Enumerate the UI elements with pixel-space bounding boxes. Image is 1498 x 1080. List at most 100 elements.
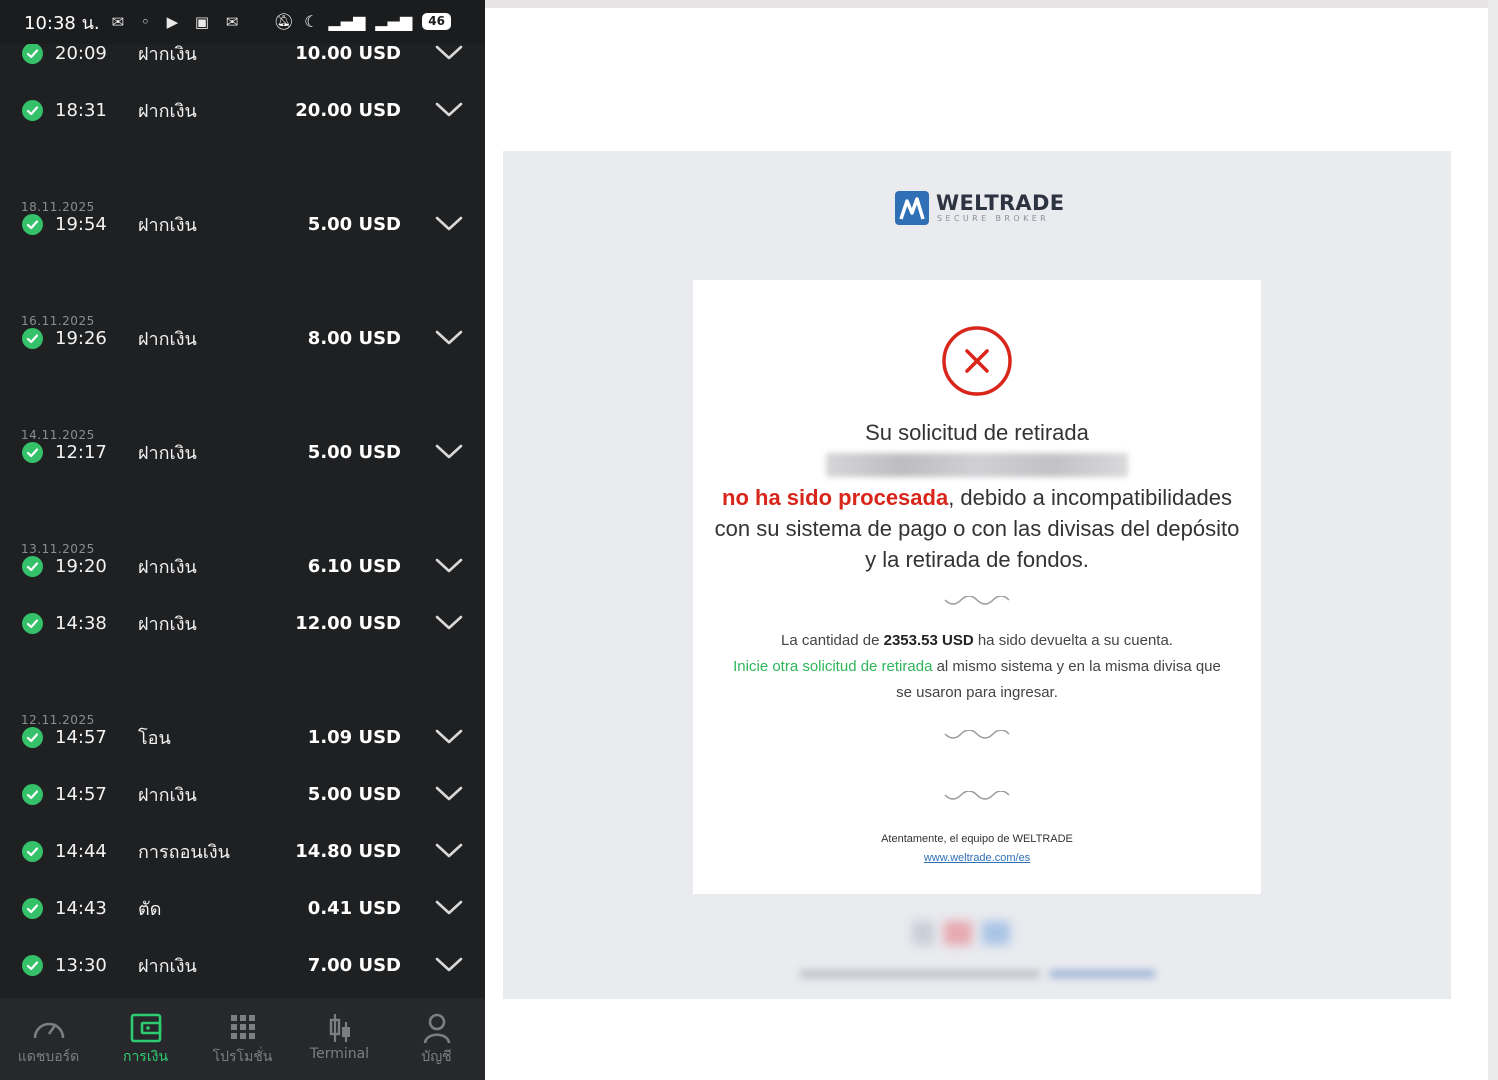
- transaction-row[interactable]: 14:57 โอน 1.09 USD: [0, 717, 485, 757]
- transaction-type: ฝากเงิน: [138, 100, 197, 122]
- status-time: 10:38 น.: [24, 12, 100, 34]
- transaction-time: 14:44: [55, 840, 107, 862]
- transaction-amount: 12.00 USD: [295, 612, 401, 634]
- returned-amount: 2353.53 USD: [883, 632, 974, 649]
- website-link[interactable]: www.weltrade.com/es: [693, 852, 1261, 864]
- transaction-row[interactable]: 14:43 ตัด 0.41 USD: [0, 888, 485, 928]
- chevron-down-icon[interactable]: [435, 45, 463, 61]
- email-headline: Su solicitud de retirada: [865, 420, 1089, 445]
- transaction-type: ฝากเงิน: [138, 214, 197, 236]
- transaction-amount: 1.09 USD: [307, 726, 401, 748]
- email-signature: Atentamente, el equipo de WELTRADE: [881, 833, 1073, 845]
- transaction-amount: 8.00 USD: [307, 327, 401, 349]
- brand-tagline: SECURE BROKER: [937, 214, 1050, 223]
- nav-account[interactable]: บัญชี: [388, 998, 485, 1080]
- battery-icon: 46: [422, 13, 451, 30]
- candlestick-icon: [329, 1014, 350, 1042]
- browser-top-strip: [485, 0, 1498, 8]
- transaction-amount: 14.80 USD: [295, 840, 401, 862]
- bottom-nav: แดชบอร์ด การเงิน โปรโมชั่น Terminal บัญช…: [0, 998, 485, 1080]
- error-x-icon: [942, 326, 1012, 396]
- success-check-icon: [22, 555, 43, 577]
- transaction-type: ฝากเงิน: [138, 328, 197, 350]
- brand-name: WELTRADE: [936, 191, 1065, 215]
- chevron-down-icon[interactable]: [435, 102, 463, 118]
- transaction-amount: 5.00 USD: [307, 213, 401, 235]
- nav-promotions[interactable]: โปรโมชั่น: [194, 998, 291, 1080]
- chevron-down-icon[interactable]: [435, 900, 463, 916]
- redacted-footer: [800, 966, 1160, 982]
- info-text: ha sido devuelta a su cuenta.: [973, 632, 1173, 649]
- nav-terminal[interactable]: Terminal: [291, 998, 388, 1080]
- nav-label: แดชบอร์ด: [17, 1049, 80, 1065]
- success-check-icon: [22, 954, 43, 976]
- chevron-down-icon[interactable]: [435, 216, 463, 232]
- success-check-icon: [22, 726, 43, 748]
- transaction-amount: 5.00 USD: [307, 441, 401, 463]
- info-text: La cantidad de: [781, 632, 884, 649]
- status-bar: 10:38 น. ✉ ◦ ▶ ▣ ✉ 🔕︎ ☾ ▂▄▆ ▂▄▆ 46: [0, 0, 485, 44]
- chevron-down-icon[interactable]: [435, 729, 463, 745]
- transaction-amount: 5.00 USD: [307, 783, 401, 805]
- transaction-type: ตัด: [138, 898, 162, 920]
- transaction-time: 13:30: [55, 954, 107, 976]
- signal-icon: ▂▄▆: [328, 12, 366, 31]
- chevron-down-icon[interactable]: [435, 615, 463, 631]
- signal-icon: ▂▄▆: [375, 12, 413, 31]
- success-check-icon: [22, 897, 43, 919]
- chevron-down-icon[interactable]: [435, 843, 463, 859]
- transaction-amount: 7.00 USD: [307, 954, 401, 976]
- transaction-row[interactable]: 19:20 ฝากเงิน 6.10 USD: [0, 546, 485, 586]
- transaction-row[interactable]: 13:30 ฝากเงิน 7.00 USD: [0, 945, 485, 985]
- success-check-icon: [22, 783, 43, 805]
- transaction-time: 14:57: [55, 783, 107, 805]
- transaction-row[interactable]: 19:54 ฝากเงิน 5.00 USD: [0, 204, 485, 244]
- window-edge: [1488, 0, 1498, 1080]
- chevron-down-icon[interactable]: [435, 444, 463, 460]
- redacted-text: [826, 453, 1128, 477]
- moon-icon: ☾: [304, 12, 319, 31]
- success-check-icon: [22, 99, 43, 121]
- notification-icons: ✉ ◦ ▶ ▣ ✉: [111, 13, 245, 31]
- transaction-time: 14:43: [55, 897, 107, 919]
- transaction-time: 19:20: [55, 555, 107, 577]
- transaction-type: โอน: [138, 727, 171, 749]
- success-check-icon: [22, 327, 43, 349]
- transaction-row[interactable]: 14:57 ฝากเงิน 5.00 USD: [0, 774, 485, 814]
- new-withdrawal-link[interactable]: Inicie otra solicitud de retirada: [733, 658, 932, 675]
- transaction-amount: 6.10 USD: [307, 555, 401, 577]
- transaction-type: ฝากเงิน: [138, 556, 197, 578]
- wave-divider: [944, 791, 1010, 800]
- phone-screenshot: 10:38 น. ✉ ◦ ▶ ▣ ✉ 🔕︎ ☾ ▂▄▆ ▂▄▆ 46 20:09…: [0, 0, 485, 1080]
- dashboard-gauge-icon: [33, 1022, 64, 1039]
- transaction-type: การถอนเงิน: [138, 841, 230, 863]
- transaction-row[interactable]: 12:17 ฝากเงิน 5.00 USD: [0, 432, 485, 472]
- transaction-time: 19:26: [55, 327, 107, 349]
- transaction-row[interactable]: 18:31 ฝากเงิน 20.00 USD: [0, 90, 485, 130]
- nav-finance[interactable]: การเงิน: [97, 998, 194, 1080]
- chevron-down-icon[interactable]: [435, 558, 463, 574]
- mute-icon: 🔕︎: [273, 12, 295, 31]
- chevron-down-icon[interactable]: [435, 957, 463, 973]
- transaction-row[interactable]: 14:38 ฝากเงิน 12.00 USD: [0, 603, 485, 643]
- grid-icon: [230, 1015, 255, 1039]
- transaction-time: 19:54: [55, 213, 107, 235]
- transaction-row[interactable]: 19:26 ฝากเงิน 8.00 USD: [0, 318, 485, 358]
- nav-label: การเงิน: [122, 1049, 169, 1065]
- nav-dashboard[interactable]: แดชบอร์ด: [0, 998, 97, 1080]
- chevron-down-icon[interactable]: [435, 786, 463, 802]
- email-info: La cantidad de 2353.53 USD ha sido devue…: [733, 628, 1221, 706]
- success-check-icon: [22, 612, 43, 634]
- email-body: WELTRADE SECURE BROKER Su solicitud de r…: [503, 151, 1451, 999]
- success-check-icon: [22, 840, 43, 862]
- transaction-type: ฝากเงิน: [138, 442, 197, 464]
- weltrade-logo-icon: [895, 191, 929, 225]
- wallet-icon: [130, 1013, 161, 1043]
- transaction-amount: 0.41 USD: [307, 897, 401, 919]
- success-check-icon: [22, 213, 43, 235]
- chevron-down-icon[interactable]: [435, 330, 463, 346]
- transaction-time: 18:31: [55, 99, 107, 121]
- weltrade-logo: WELTRADE SECURE BROKER: [895, 191, 1065, 227]
- success-check-icon: [22, 42, 43, 64]
- transaction-row[interactable]: 14:44 การถอนเงิน 14.80 USD: [0, 831, 485, 871]
